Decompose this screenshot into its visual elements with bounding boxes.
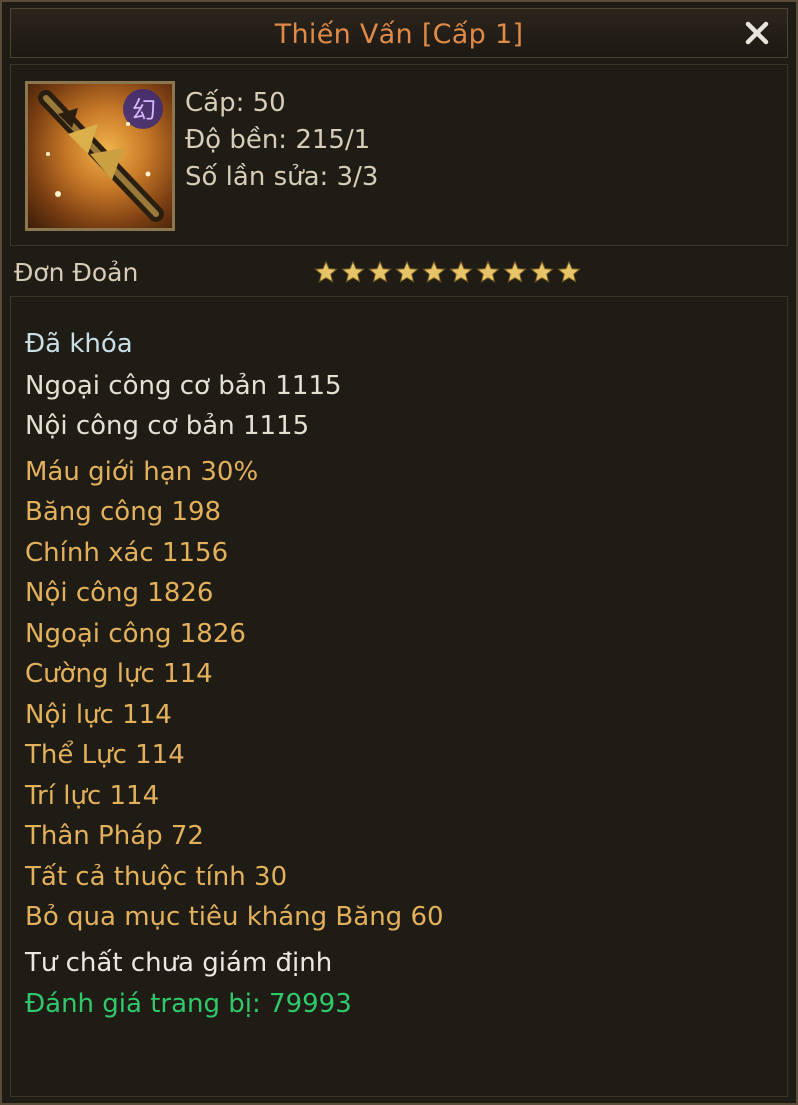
item-basic-stats: Cấp: 50 Độ bền: 215/1 Số lần sửa: 3/3 xyxy=(185,85,378,196)
star-icon xyxy=(395,260,419,283)
bonus-attribute: Trí lực 114 xyxy=(25,781,160,811)
bonus-attribute: Tất cả thuộc tính 30 xyxy=(25,862,288,892)
grade-row: Đơn Đoản xyxy=(10,252,788,292)
star-icon xyxy=(449,260,473,283)
repair-count-stat: Số lần sửa: 3/3 xyxy=(185,162,379,192)
star-icon xyxy=(530,260,554,283)
item-tooltip-panel: Thiến Vấn [Cấp 1] 幻 Cấp: 50 Độ bền: 215/… xyxy=(0,0,798,1105)
weapon-type-label: Đơn Đoản xyxy=(14,258,139,287)
star-icon xyxy=(422,260,446,283)
close-icon xyxy=(745,21,769,45)
bonus-attribute: Máu giới hạn 30% xyxy=(25,457,259,487)
bonus-attribute: Nội công 1826 xyxy=(25,578,214,608)
base-attribute: Ngoại công cơ bản 1115 xyxy=(25,371,342,401)
bonus-attribute: Nội lực 114 xyxy=(25,700,172,730)
svg-text:幻: 幻 xyxy=(132,96,156,124)
star-icon xyxy=(368,260,392,283)
star-icon xyxy=(314,260,338,283)
durability-stat: Độ bền: 215/1 xyxy=(185,125,371,155)
close-button[interactable] xyxy=(741,17,773,49)
item-header: 幻 Cấp: 50 Độ bền: 215/1 Số lần sửa: 3/3 xyxy=(10,64,788,246)
star-rating xyxy=(314,260,581,284)
title-bar: Thiến Vấn [Cấp 1] xyxy=(10,8,788,58)
item-title: Thiến Vấn [Cấp 1] xyxy=(274,19,524,50)
attribute-list: Đã khóa Ngoại công cơ bản 1115 Nội công … xyxy=(10,296,788,1097)
star-icon xyxy=(557,260,581,283)
equipment-rating: Đánh giá trang bị: 79993 xyxy=(25,989,352,1019)
bonus-attribute: Chính xác 1156 xyxy=(25,538,229,568)
level-stat: Cấp: 50 xyxy=(185,88,286,118)
bonus-attribute: Bỏ qua mục tiêu kháng Băng 60 xyxy=(25,902,444,932)
star-icon xyxy=(341,260,365,283)
bonus-attribute: Ngoại công 1826 xyxy=(25,619,246,649)
bonus-attribute: Băng công 198 xyxy=(25,497,222,527)
bonus-attribute: Thể Lực 114 xyxy=(25,740,185,770)
aptitude-status: Tư chất chưa giám định xyxy=(25,948,333,978)
weapon-icon: 幻 xyxy=(25,81,175,231)
bonus-attribute: Thân Pháp 72 xyxy=(25,821,204,851)
star-icon xyxy=(476,260,500,283)
bonus-attribute: Cường lực 114 xyxy=(25,659,213,689)
base-attribute: Nội công cơ bản 1115 xyxy=(25,411,310,441)
star-icon xyxy=(503,260,527,283)
locked-status: Đã khóa xyxy=(25,329,133,359)
